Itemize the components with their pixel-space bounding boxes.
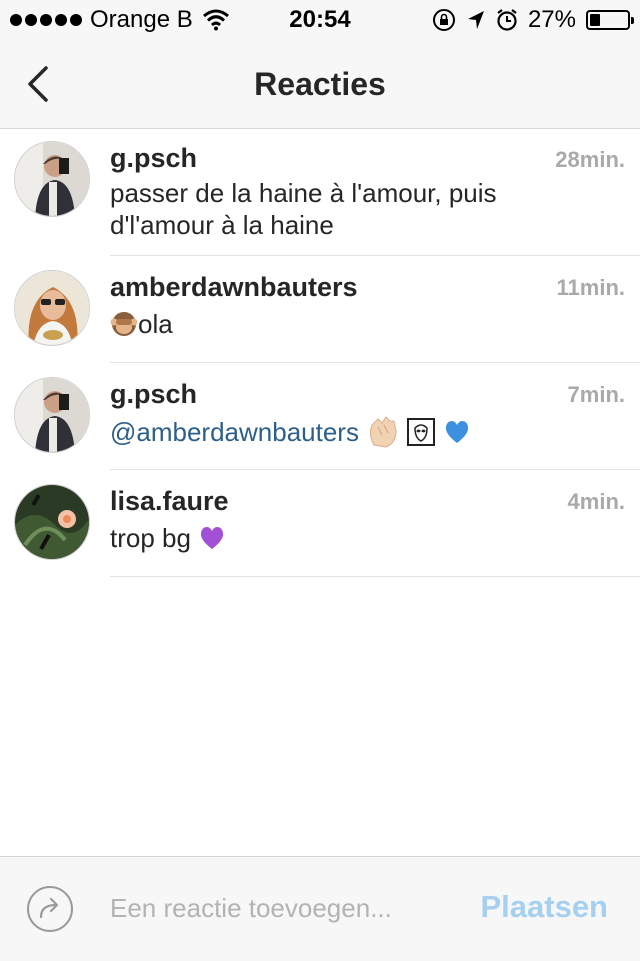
comment-text-row: trop bg (110, 522, 550, 554)
battery-icon (586, 10, 634, 30)
battery-percent: 27% (527, 6, 576, 33)
comment-list: g.psch 28min. passer de la haine à l'amo… (0, 129, 640, 577)
comment-text-row: @amberdawnbauters (110, 415, 550, 449)
comment-input[interactable]: Een reactie toevoegen... (110, 893, 392, 924)
blue-heart-emoji (445, 421, 468, 443)
page-title: Reacties (254, 66, 386, 102)
alarm-icon (497, 9, 517, 31)
comment-username[interactable]: g.psch (110, 379, 197, 410)
comment-time: 7min. (567, 382, 625, 407)
comment-text: ola (138, 309, 173, 339)
clapping-hands-emoji (370, 416, 397, 448)
purple-heart-emoji (201, 527, 224, 549)
status-bar: Orange B 20:54 27% (0, 0, 640, 40)
comment-time: 11min. (556, 275, 625, 300)
avatar[interactable] (14, 141, 90, 217)
nav-bar: Reacties (0, 40, 640, 129)
comment-username[interactable]: g.psch (110, 143, 197, 174)
avatar[interactable] (14, 270, 90, 346)
comment-text-row: ola (110, 308, 550, 340)
comment-time: 28min. (555, 147, 625, 172)
status-right: 27% (432, 6, 634, 34)
comment-username[interactable]: lisa.faure (110, 486, 229, 517)
alien-emoji (407, 418, 436, 446)
post-button[interactable]: Plaatsen (480, 889, 608, 925)
comment-text: trop bg (110, 523, 191, 553)
comment-text: passer de la haine à l'amour, puis d'l'a… (110, 178, 497, 240)
comment-username[interactable]: amberdawnbauters (110, 272, 358, 303)
mention-link[interactable]: @amberdawnbauters (110, 417, 359, 447)
comment-item: g.psch 28min. passer de la haine à l'amo… (14, 129, 640, 256)
orientation-lock-icon (432, 9, 455, 31)
comment-item: lisa.faure 4min. trop bg (14, 470, 640, 577)
battery-level (590, 14, 600, 26)
avatar[interactable] (14, 484, 90, 560)
share-arrow-icon[interactable] (26, 885, 74, 933)
comment-item: amberdawnbauters 11min. ola (14, 256, 640, 363)
avatar[interactable] (14, 377, 90, 453)
comment-item: g.psch 7min. @amberdawnbauters (14, 363, 640, 470)
location-arrow-icon (467, 11, 484, 29)
comment-composer: Een reactie toevoegen... Plaatsen (0, 856, 640, 961)
see-no-evil-monkey-emoji (110, 312, 138, 336)
comment-time: 4min. (567, 489, 625, 514)
